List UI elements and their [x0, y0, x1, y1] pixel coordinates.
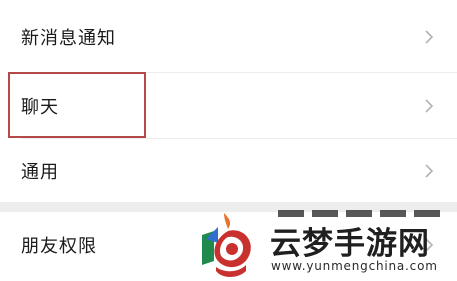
- settings-item-label: 通用: [21, 161, 59, 183]
- watermark-title: 云梦手游网: [270, 226, 430, 262]
- chevron-right-icon: [425, 29, 434, 44]
- yunmeng-logo-icon: [202, 213, 251, 277]
- highlight-annotation-box: [8, 72, 146, 138]
- chevron-right-icon: [425, 163, 434, 178]
- settings-item-label: 朋友权限: [21, 235, 97, 257]
- watermark-url: www.yunmengchina.com: [271, 259, 438, 273]
- settings-item-label: 新消息通知: [21, 27, 116, 49]
- settings-item-general[interactable]: 通用: [0, 138, 457, 203]
- site-watermark: 云梦手游网 www.yunmengchina.com: [190, 203, 457, 281]
- settings-item-new-message-notification[interactable]: 新消息通知: [0, 4, 457, 69]
- watermark-top-bar: [278, 210, 448, 217]
- chevron-right-icon: [425, 98, 434, 113]
